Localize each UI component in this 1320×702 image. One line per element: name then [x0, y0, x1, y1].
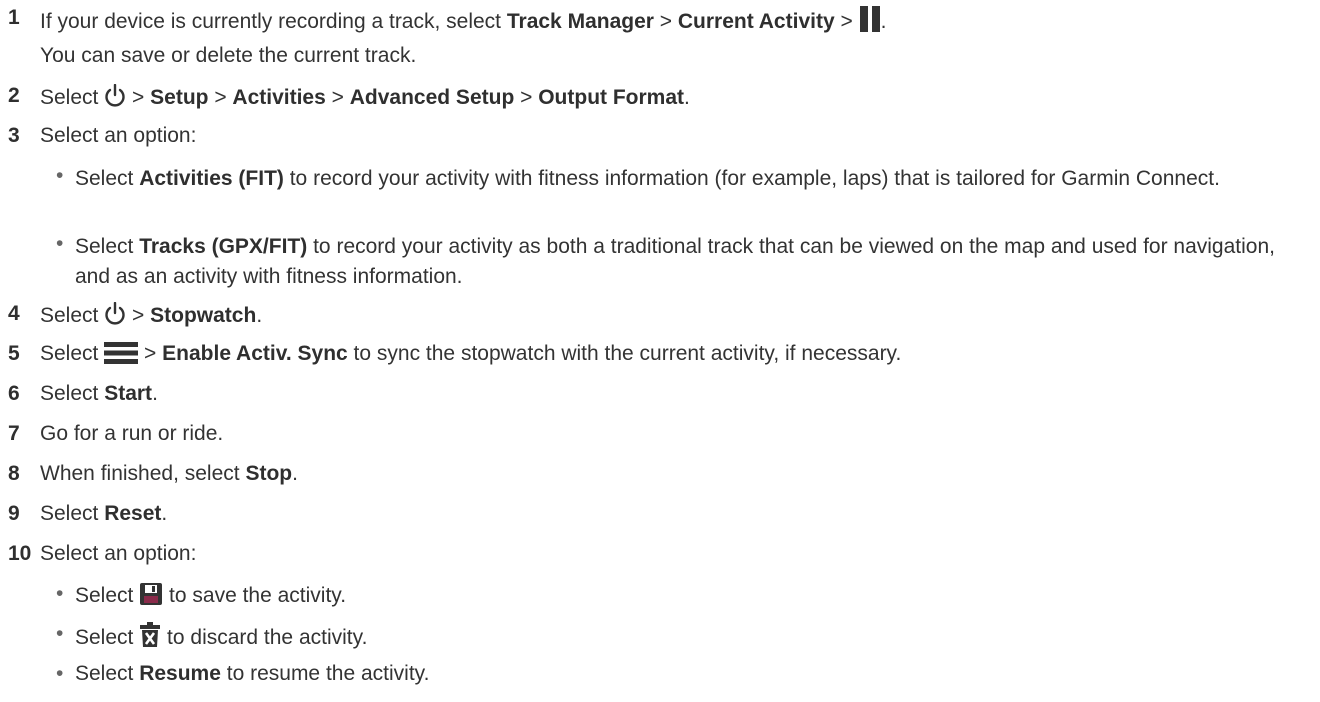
step-number: 7	[8, 422, 20, 445]
option-text: Select Tracks (GPX/FIT) to record your a…	[75, 235, 1275, 288]
step-number: 3	[8, 124, 20, 147]
option-discard: • Select to discard the activity.	[0, 622, 1320, 652]
step-9: 9 Select Reset.	[0, 502, 1320, 532]
step-number: 2	[8, 84, 20, 107]
option-activities-fit: • Select Activities (FIT) to record your…	[0, 164, 1320, 224]
bullet: •	[56, 164, 64, 187]
power-icon	[104, 301, 126, 332]
option-save: • Select to save the activity.	[0, 582, 1320, 612]
step-text: Select an option:	[40, 542, 197, 565]
menu-item-enable-activ-sync: Enable Activ. Sync	[162, 342, 348, 365]
menu-item-current-activity: Current Activity	[677, 10, 835, 33]
discard-icon	[139, 622, 161, 654]
step-text: Select an option:	[40, 124, 197, 147]
bullet: •	[56, 232, 64, 255]
step-1: 1 If your device is currently recording …	[0, 6, 1320, 36]
step-10: 10 Select an option:	[0, 542, 1320, 572]
menu-item-output-format: Output Format	[538, 86, 685, 109]
step-7: 7 Go for a run or ride.	[0, 422, 1320, 452]
save-icon	[139, 582, 163, 612]
step-6: 6 Select Start.	[0, 382, 1320, 412]
step-8: 8 When finished, select Stop.	[0, 462, 1320, 492]
step-4: 4 Select > Stopwatch.	[0, 301, 1320, 332]
menu-item-advanced-setup: Advanced Setup	[349, 86, 515, 109]
pause-icon	[859, 6, 881, 38]
step-3: 3 Select an option:	[0, 124, 1320, 154]
power-icon	[104, 83, 126, 114]
option-resume: • Select Resume to resume the activity.	[0, 662, 1320, 692]
step-number: 1	[8, 6, 20, 29]
step-text: Select > Stopwatch.	[40, 301, 262, 332]
menu-item-stopwatch: Stopwatch	[150, 304, 257, 327]
step-1-note: You can save or delete the current track…	[40, 44, 417, 67]
menu-item-reset: Reset	[104, 502, 162, 525]
step-number: 10	[8, 542, 32, 565]
bullet: •	[56, 662, 64, 685]
step-number: 8	[8, 462, 20, 485]
option-text: Select to save the activity.	[75, 582, 346, 612]
menu-item-setup: Setup	[150, 86, 209, 109]
step-text: Select > Enable Activ. Sync to sync the …	[40, 342, 901, 370]
step-number: 4	[8, 302, 20, 325]
bullet: •	[56, 582, 64, 605]
step-text: If your device is currently recording a …	[40, 6, 886, 38]
step-number: 6	[8, 382, 20, 405]
step-text: Select > Setup > Activities > Advanced S…	[40, 83, 690, 114]
step-5: 5 Select > Enable Activ. Sync to sync th…	[0, 342, 1320, 372]
step-text: Go for a run or ride.	[40, 422, 224, 445]
menu-item-track-manager: Track Manager	[506, 10, 654, 33]
step-text: Select Reset.	[40, 502, 168, 525]
menu-icon	[104, 342, 139, 370]
instructions-document: 1 If your device is currently recording …	[0, 0, 1320, 702]
option-text: Select to discard the activity.	[75, 622, 367, 654]
option-text: Select Activities (FIT) to record your a…	[75, 167, 1220, 190]
step-number: 5	[8, 342, 20, 365]
bullet: •	[56, 622, 64, 645]
step-number: 9	[8, 502, 20, 525]
menu-item-stop: Stop	[245, 462, 293, 485]
menu-item-activities: Activities	[232, 86, 326, 109]
menu-item-start: Start	[104, 382, 153, 405]
option-text: Select Resume to resume the activity.	[75, 662, 430, 685]
step-text: Select Start.	[40, 382, 158, 405]
option-tracks-gpx-fit: • Select Tracks (GPX/FIT) to record your…	[0, 232, 1320, 292]
step-2: 2 Select > Setup > Activities > Advanced…	[0, 83, 1320, 114]
step-text: When finished, select Stop.	[40, 462, 298, 485]
